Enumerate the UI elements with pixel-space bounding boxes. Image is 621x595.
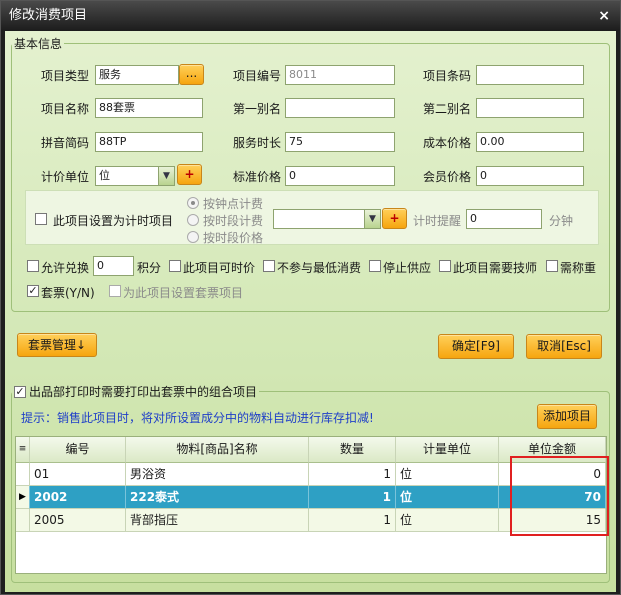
cell-unit: 位 xyxy=(396,486,499,509)
item-code-field[interactable]: 8011 xyxy=(285,65,395,85)
allow-exchange-label: 允许兑换 xyxy=(41,261,90,275)
timeable-checkbox[interactable] xyxy=(169,260,181,272)
radio-by-clock-label: 按钟点计费 xyxy=(203,197,264,211)
standard-price-label: 标准价格 xyxy=(233,170,282,184)
cancel-button[interactable]: 取消[Esc] xyxy=(526,334,602,359)
ok-button[interactable]: 确定[F9] xyxy=(438,334,514,359)
cell-code: 2002 xyxy=(30,486,126,509)
cell-name: 男浴资 xyxy=(126,463,309,486)
unit-select-value: 位 xyxy=(99,169,110,182)
row-indicator xyxy=(16,509,30,532)
item-type-label: 项目类型 xyxy=(41,69,90,83)
cell-code: 2005 xyxy=(30,509,126,532)
row-indicator xyxy=(16,463,30,486)
combo-items-legend-text: 出品部打印时需要打印出套票中的组合项目 xyxy=(29,385,258,399)
alias1-field[interactable] xyxy=(285,98,395,118)
header-name[interactable]: 物料[商品]名称 xyxy=(126,437,309,463)
package-setup-checkbox[interactable] xyxy=(109,285,121,297)
chevron-down-icon[interactable]: ▼ xyxy=(364,210,380,228)
reminder-field[interactable]: 0 xyxy=(466,209,542,229)
timed-checkbox-label: 此项目设置为计时项目 xyxy=(53,214,174,228)
no-min-consumption-label: 不参与最低消费 xyxy=(277,261,362,275)
alias2-label: 第二别名 xyxy=(423,102,472,116)
needs-technician-label: 此项目需要技师 xyxy=(453,261,538,275)
radio-by-period-label: 按时段计费 xyxy=(203,214,264,228)
cost-price-label: 成本价格 xyxy=(423,136,472,150)
title-bar: 修改消费项目 × xyxy=(1,1,620,31)
pinyin-label: 拼音简码 xyxy=(41,136,90,150)
allow-exchange-checkbox[interactable] xyxy=(27,260,39,272)
cell-unit: 位 xyxy=(396,463,499,486)
radio-by-period-price-label: 按时段价格 xyxy=(203,231,264,245)
member-price-field[interactable]: 0 xyxy=(476,166,584,186)
dialog-body: 基本信息 项目类型 服务 ... 项目编号 8011 项目条码 项目名称 88套… xyxy=(5,31,616,592)
minutes-label: 分钟 xyxy=(549,214,574,228)
print-combo-checkbox[interactable]: ✓ xyxy=(14,385,26,398)
chevron-down-icon[interactable]: ▼ xyxy=(158,167,174,185)
stop-supply-checkbox[interactable] xyxy=(369,260,381,272)
needs-weighing-label: 需称重 xyxy=(560,261,597,275)
package-checkbox[interactable]: ✓ xyxy=(27,285,39,297)
window-title: 修改消费项目 xyxy=(9,8,88,23)
cost-price-field[interactable]: 0.00 xyxy=(476,132,584,152)
header-unit[interactable]: 计量单位 xyxy=(396,437,499,463)
inventory-tip: 提示：销售此项目时，将对所设置成分中的物料自动进行库存扣减! xyxy=(21,411,374,425)
period-select[interactable]: ▼ xyxy=(273,209,381,229)
cell-qty: 1 xyxy=(309,486,396,509)
edit-item-window: 修改消费项目 × 基本信息 项目类型 服务 ... 项目编号 8011 项目条码… xyxy=(0,0,621,595)
timed-checkbox[interactable] xyxy=(35,213,47,225)
cell-code: 01 xyxy=(30,463,126,486)
needs-technician-checkbox[interactable] xyxy=(439,260,451,272)
item-type-browse-button[interactable]: ... xyxy=(179,64,204,85)
package-label: 套票(Y/N) xyxy=(41,286,95,300)
points-field[interactable]: 0 xyxy=(93,256,134,276)
service-duration-field[interactable]: 75 xyxy=(285,132,395,152)
unit-select[interactable]: 位 ▼ xyxy=(95,166,175,186)
no-min-consumption-checkbox[interactable] xyxy=(263,260,275,272)
item-barcode-label: 项目条码 xyxy=(423,69,472,83)
alias1-label: 第一别名 xyxy=(233,102,282,116)
cell-name: 222泰式 xyxy=(126,486,309,509)
amount-highlight-box xyxy=(510,456,609,536)
reminder-label: 计时提醒 xyxy=(413,214,462,228)
timeable-label: 此项目可时价 xyxy=(183,261,256,275)
add-item-button[interactable]: 添加项目 xyxy=(537,404,597,429)
header-qty[interactable]: 数量 xyxy=(309,437,396,463)
add-period-button[interactable]: + xyxy=(382,208,407,229)
item-name-field[interactable]: 88套票 xyxy=(95,98,203,118)
add-unit-button[interactable]: + xyxy=(177,164,202,185)
package-setup-label: 为此项目设置套票项目 xyxy=(123,286,244,300)
radio-by-period[interactable] xyxy=(187,214,199,226)
combo-items-legend: ✓ 出品部打印时需要打印出套票中的组合项目 xyxy=(12,383,259,400)
package-management-button[interactable]: 套票管理↓ xyxy=(17,333,97,357)
cell-qty: 1 xyxy=(309,509,396,532)
header-code[interactable]: 编号 xyxy=(30,437,126,463)
header-indicator-icon: ≡ xyxy=(16,437,30,463)
item-barcode-field[interactable] xyxy=(476,65,584,85)
stop-supply-label: 停止供应 xyxy=(383,261,432,275)
item-type-field[interactable]: 服务 xyxy=(95,65,179,85)
needs-weighing-checkbox[interactable] xyxy=(546,260,558,272)
standard-price-field[interactable]: 0 xyxy=(285,166,395,186)
radio-by-period-price[interactable] xyxy=(187,231,199,243)
item-code-label: 项目编号 xyxy=(233,69,282,83)
cell-qty: 1 xyxy=(309,463,396,486)
close-icon[interactable]: × xyxy=(598,1,610,31)
unit-label: 计价单位 xyxy=(41,170,90,184)
pinyin-field[interactable]: 88TP xyxy=(95,132,203,152)
radio-by-clock[interactable] xyxy=(187,197,199,209)
basic-info-legend: 基本信息 xyxy=(14,37,63,51)
points-unit-label: 积分 xyxy=(137,261,162,275)
item-name-label: 项目名称 xyxy=(41,102,90,116)
row-pointer-icon: ▶ xyxy=(16,486,30,509)
cell-name: 背部指压 xyxy=(126,509,309,532)
member-price-label: 会员价格 xyxy=(423,170,472,184)
cell-unit: 位 xyxy=(396,509,499,532)
service-duration-label: 服务时长 xyxy=(233,136,282,150)
alias2-field[interactable] xyxy=(476,98,584,118)
